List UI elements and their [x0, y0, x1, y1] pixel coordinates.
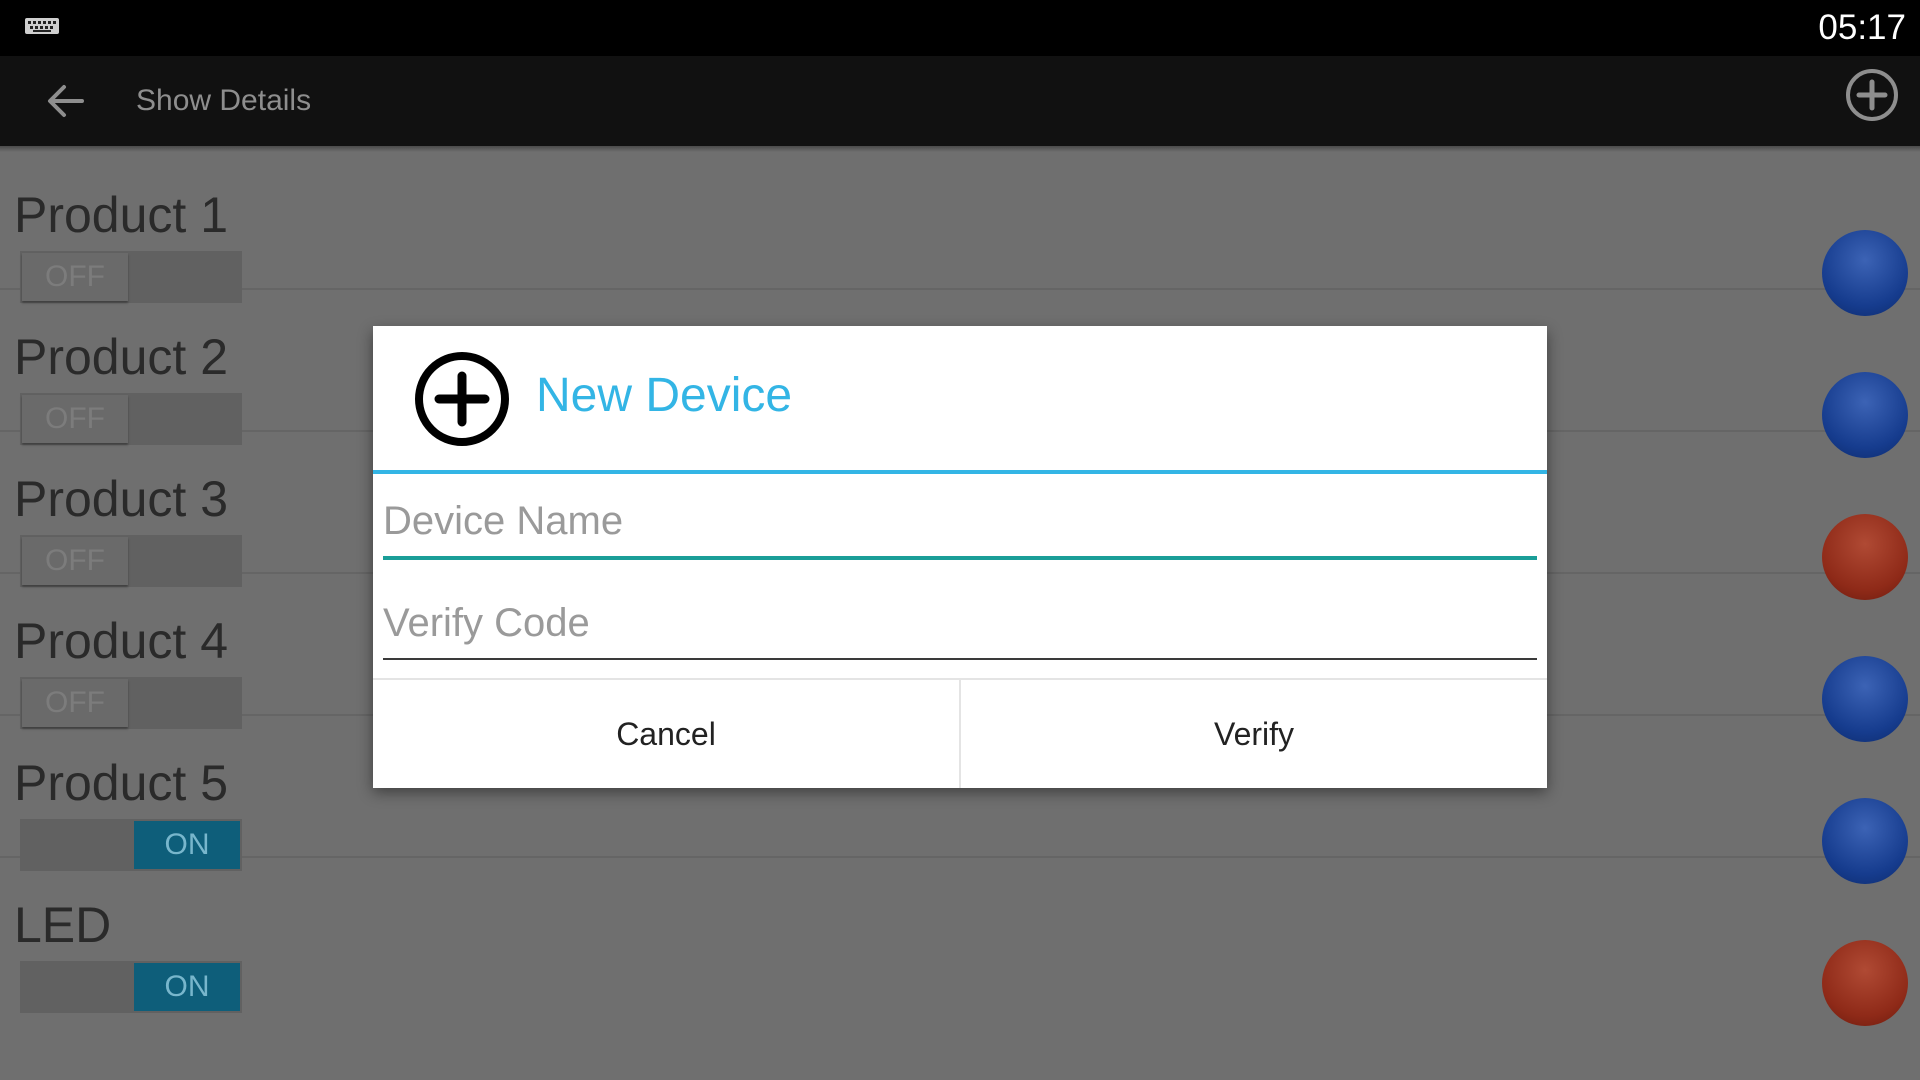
action-bar: Show Details: [0, 56, 1920, 146]
status-indicator: [1822, 940, 1908, 1026]
device-toggle[interactable]: ON: [20, 961, 242, 1013]
dialog-divider: [373, 470, 1547, 474]
device-name-underline: [383, 556, 1537, 560]
device-name-input[interactable]: [383, 486, 1537, 556]
dialog-header: New Device: [373, 326, 1547, 470]
status-bar: 05:17: [0, 0, 1920, 56]
device-name: Product 5: [14, 755, 229, 811]
plus-circle-icon[interactable]: [1842, 65, 1902, 125]
verify-code-input[interactable]: [383, 588, 1537, 658]
new-device-dialog: New Device Cancel Verify: [373, 326, 1547, 788]
plus-circle-icon: [415, 352, 509, 446]
device-name: Product 3: [14, 471, 229, 527]
device-name: Product 1: [14, 187, 229, 243]
toggle-state: ON: [134, 963, 240, 1011]
verify-code-underline: [383, 658, 1537, 660]
device-name: LED: [14, 897, 112, 953]
device-row-led: LED ON: [0, 856, 1920, 1026]
keyboard-icon: [25, 18, 59, 34]
device-name: Product 4: [14, 613, 229, 669]
dialog-title: New Device: [536, 369, 793, 422]
dialog-button-bar: Cancel Verify: [373, 678, 1547, 788]
device-name: Product 2: [14, 329, 229, 385]
cancel-button[interactable]: Cancel: [373, 680, 961, 788]
page-title: Show Details: [136, 84, 312, 117]
arrow-left-icon[interactable]: [44, 76, 88, 126]
clock: 05:17: [1818, 8, 1906, 47]
device-row-product-1: Product 1 OFF: [0, 146, 1920, 316]
verify-button[interactable]: Verify: [961, 680, 1547, 788]
